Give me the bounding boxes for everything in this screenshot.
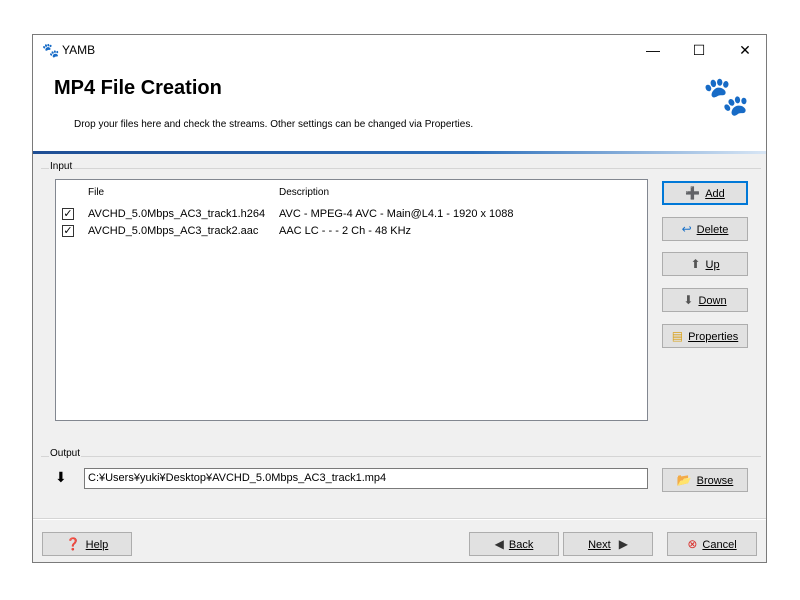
- cancel-button[interactable]: ⊗ Cancel: [667, 532, 757, 556]
- back-arrow-icon: ◀: [494, 537, 504, 551]
- yamb-logo-icon: 🐾: [702, 76, 750, 118]
- up-button[interactable]: ⬆ Up: [662, 252, 748, 276]
- cancel-icon: ⊗: [687, 537, 698, 551]
- file-name: AVCHD_5.0Mbps_AC3_track1.h264: [88, 208, 266, 220]
- help-button[interactable]: ❓ Help: [42, 532, 132, 556]
- download-arrow-icon: ⬇: [55, 469, 67, 485]
- list-item[interactable]: ✓ AVCHD_5.0Mbps_AC3_track2.aac AAC LC - …: [56, 224, 647, 240]
- stream-checkbox[interactable]: ✓: [62, 208, 74, 220]
- output-path-field[interactable]: C:¥Users¥yuki¥Desktop¥AVCHD_5.0Mbps_AC3_…: [84, 468, 648, 489]
- file-description: AVC - MPEG-4 AVC - Main@L4.1 - 1920 x 10…: [279, 208, 514, 220]
- page-title: MP4 File Creation: [54, 77, 222, 99]
- properties-button[interactable]: ▤ Properties: [662, 324, 748, 348]
- yamb-app-icon: 🐾: [42, 42, 60, 58]
- folder-icon: 📂: [676, 473, 692, 487]
- list-item[interactable]: ✓ AVCHD_5.0Mbps_AC3_track1.h264 AVC - MP…: [56, 207, 647, 223]
- arrow-down-icon: ⬇: [683, 293, 694, 307]
- help-icon: ❓: [65, 537, 81, 551]
- properties-icon: ▤: [671, 329, 684, 343]
- close-button[interactable]: ✕: [722, 35, 766, 65]
- delete-icon: ↩: [681, 222, 692, 236]
- file-name: AVCHD_5.0Mbps_AC3_track2.aac: [88, 225, 259, 237]
- down-button[interactable]: ⬇ Down: [662, 288, 748, 312]
- output-group-label: Output: [49, 448, 82, 459]
- title-bar: 🐾 YAMB — ☐ ✕: [33, 35, 766, 65]
- window-title: YAMB: [62, 43, 96, 57]
- output-group-frame: [41, 456, 761, 457]
- delete-button[interactable]: ↩ Delete: [662, 217, 748, 241]
- browse-button[interactable]: 📂 Browse: [662, 468, 748, 492]
- input-file-list[interactable]: File Description ✓ AVCHD_5.0Mbps_AC3_tra…: [55, 179, 648, 421]
- column-header-file[interactable]: File: [88, 187, 104, 198]
- file-description: AAC LC - - - 2 Ch - 48 KHz: [279, 225, 412, 237]
- add-icon: ➕: [685, 186, 701, 200]
- back-button[interactable]: ◀ Back: [469, 532, 559, 556]
- input-group-label: Input: [49, 161, 74, 172]
- arrow-up-icon: ⬆: [690, 257, 701, 271]
- input-group-frame: [41, 168, 761, 169]
- column-header-description[interactable]: Description: [279, 187, 329, 198]
- header-divider: [33, 151, 766, 154]
- wizard-header: MP4 File Creation Drop your files here a…: [33, 65, 766, 151]
- next-button[interactable]: Next ▶: [563, 532, 653, 556]
- next-arrow-icon: ▶: [618, 537, 628, 551]
- footer-divider-highlight: [33, 519, 766, 520]
- add-button[interactable]: ➕ Add: [662, 181, 748, 205]
- page-subtitle: Drop your files here and check the strea…: [74, 119, 474, 130]
- stream-checkbox[interactable]: ✓: [62, 225, 74, 237]
- yamb-window: 🐾 YAMB — ☐ ✕ MP4 File Creation Drop your…: [32, 34, 767, 563]
- minimize-button[interactable]: —: [630, 35, 676, 65]
- maximize-button[interactable]: ☐: [676, 35, 722, 65]
